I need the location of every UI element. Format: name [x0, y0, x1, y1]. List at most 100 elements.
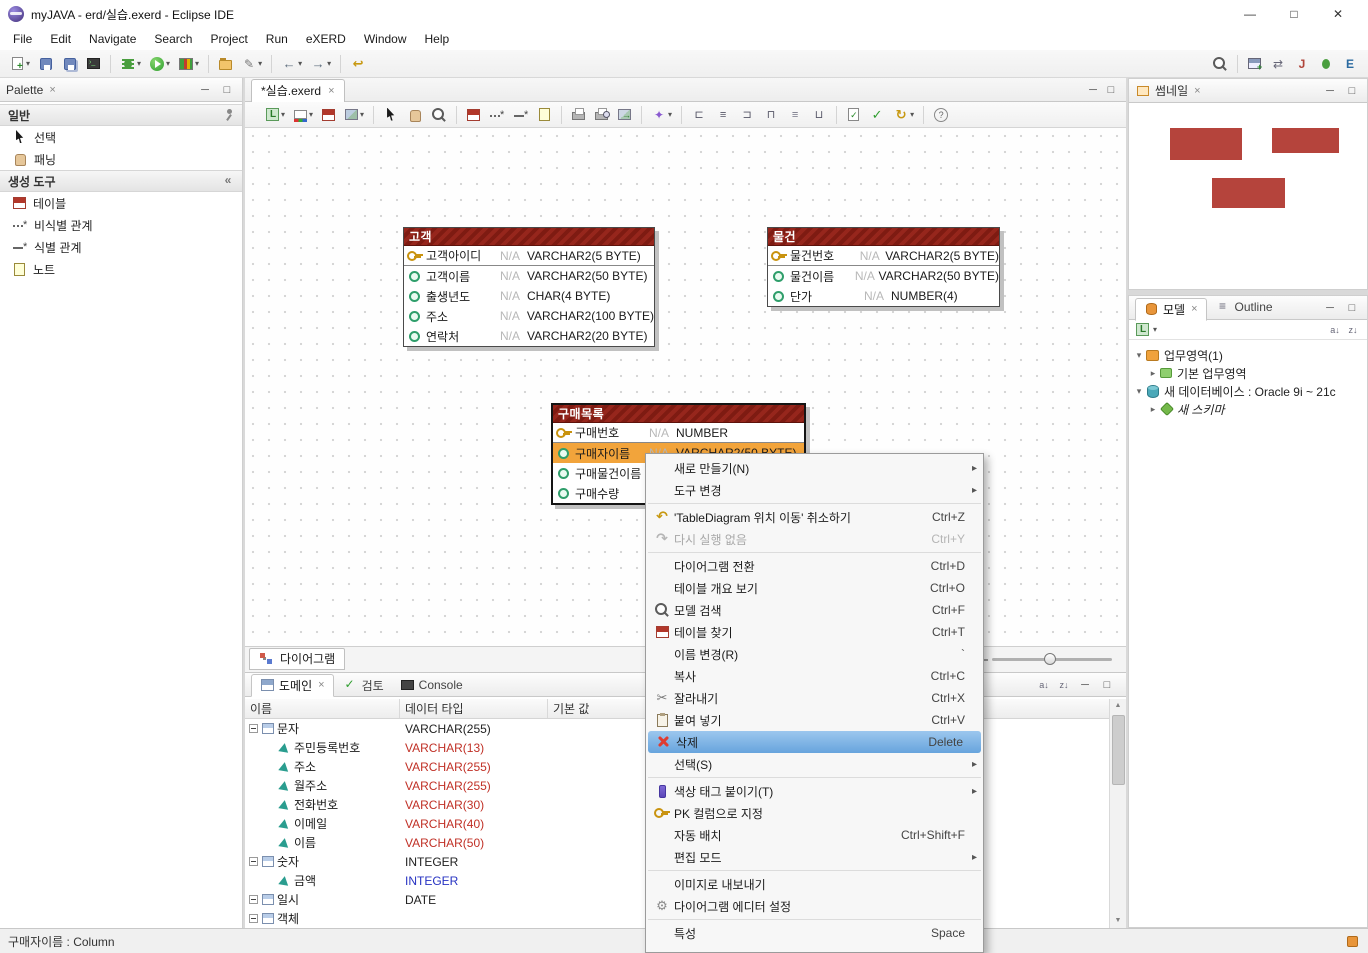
- menubar-item[interactable]: Navigate: [80, 28, 145, 50]
- maximize-view-icon[interactable]: □: [1102, 84, 1120, 96]
- close-palette-icon[interactable]: ×: [49, 84, 55, 96]
- context-menu-item[interactable]: 선택(S) ▸: [646, 753, 983, 775]
- tree-expander-icon[interactable]: ▾: [1133, 350, 1145, 361]
- context-menu-item[interactable]: 이미지로 내보내기: [646, 873, 983, 895]
- sync-button[interactable]: ▾: [890, 105, 917, 125]
- tab-domain[interactable]: 도메인 ×: [251, 673, 334, 697]
- auto-layout-button[interactable]: ▾: [648, 105, 675, 125]
- menubar-item[interactable]: Project: [201, 28, 256, 50]
- palette-tool[interactable]: 식별 관계: [0, 236, 242, 258]
- context-menu-item[interactable]: 테이블 개요 보기 Ctrl+O: [646, 577, 983, 599]
- column-header-datatype[interactable]: 데이터 타입: [400, 699, 548, 718]
- align-top-button[interactable]: [760, 105, 782, 125]
- zoom-slider-handle[interactable]: [1044, 653, 1056, 665]
- check-model-button[interactable]: [866, 105, 888, 125]
- palette-tool[interactable]: 비식별 관계: [0, 214, 242, 236]
- tab-outline[interactable]: Outline: [1207, 296, 1281, 319]
- tree-item[interactable]: ▸ 기본 업무영역: [1129, 364, 1367, 382]
- zoom-tool-button[interactable]: [428, 105, 450, 125]
- palette-tool[interactable]: 선택: [0, 126, 242, 148]
- tree-collapse-icon[interactable]: [249, 857, 258, 866]
- palette-tool[interactable]: 노트: [0, 258, 242, 280]
- context-menu-item[interactable]: 다시 실행 없음 Ctrl+Y: [646, 528, 983, 550]
- dropdown-arrow-icon[interactable]: ▾: [1153, 325, 1157, 334]
- menubar-item[interactable]: eXERD: [297, 28, 355, 50]
- er-column-row[interactable]: 물건이름 N/A VARCHAR2(50 BYTE): [768, 266, 999, 286]
- menubar-item[interactable]: Help: [416, 28, 459, 50]
- er-column-row[interactable]: 출생년도 N/A CHAR(4 BYTE): [404, 286, 654, 306]
- tree-collapse-icon[interactable]: [249, 895, 258, 904]
- tree-expander-icon[interactable]: ▸: [1147, 368, 1159, 379]
- java-perspective-button[interactable]: [1291, 54, 1313, 74]
- search-button[interactable]: [1209, 54, 1231, 74]
- close-tab-icon[interactable]: ×: [318, 679, 324, 691]
- nonidentifying-relation-button[interactable]: [486, 105, 508, 125]
- back-button[interactable]: ▾: [278, 54, 305, 74]
- context-menu-item[interactable]: 다이어그램 전환 Ctrl+D: [646, 555, 983, 577]
- identifying-relation-button[interactable]: [510, 105, 532, 125]
- new-wizard-button[interactable]: [215, 54, 236, 74]
- align-right-button[interactable]: [736, 105, 758, 125]
- note-tool-button[interactable]: [534, 105, 555, 124]
- sort-ascending-icon[interactable]: [1036, 677, 1052, 693]
- tree-expander-icon[interactable]: ▾: [1133, 386, 1145, 397]
- sort-ascending-icon[interactable]: [1327, 322, 1343, 338]
- er-column-row[interactable]: 주소 N/A VARCHAR2(100 BYTE): [404, 306, 654, 326]
- debug-perspective-button[interactable]: [1315, 54, 1337, 74]
- export-image-button[interactable]: [614, 105, 635, 124]
- context-menu-item[interactable]: 자동 배치 Ctrl+Shift+F: [646, 824, 983, 846]
- help-button[interactable]: [930, 105, 952, 125]
- tree-item[interactable]: ▸ 새 스키마: [1129, 400, 1367, 418]
- minimize-view-icon[interactable]: ─: [196, 84, 214, 96]
- palette-tool[interactable]: 테이블: [0, 192, 242, 214]
- context-menu-item[interactable]: 특성 Space: [646, 922, 983, 944]
- context-menu-item[interactable]: 삭제 Delete: [648, 731, 981, 753]
- tree-item[interactable]: ▾ 새 데이터베이스 : Oracle 9i ~ 21c: [1129, 382, 1367, 400]
- scroll-down-icon[interactable]: ▼: [1115, 914, 1122, 928]
- new-table-button[interactable]: [463, 105, 484, 125]
- align-center-button[interactable]: [712, 105, 734, 125]
- maximize-window-button[interactable]: □: [1272, 0, 1316, 28]
- run-button[interactable]: ▾: [146, 54, 173, 74]
- context-menu-item[interactable]: 편집 모드 ▸: [646, 846, 983, 868]
- er-table[interactable]: 물건 물건번호 N/A VARCHAR2(5 BYTE) 물건이름 N/A VARCHAR2…: [767, 227, 1000, 307]
- table-color-button[interactable]: [318, 105, 339, 125]
- annotation-button[interactable]: ▾: [238, 54, 265, 74]
- column-header-default[interactable]: 기본 값: [548, 699, 648, 718]
- maximize-view-icon[interactable]: □: [218, 84, 236, 96]
- tab-diagram[interactable]: 다이어그램: [249, 647, 346, 670]
- align-middle-button[interactable]: [784, 105, 806, 125]
- tree-collapse-icon[interactable]: [249, 724, 258, 733]
- context-menu-item[interactable]: 색상 태그 붙이기(T) ▸: [646, 780, 983, 802]
- close-window-button[interactable]: ✕: [1316, 0, 1360, 28]
- context-menu-item[interactable]: 테이블 찾기 Ctrl+T: [646, 621, 983, 643]
- color-fill-button[interactable]: ▾: [290, 107, 316, 122]
- layer-filter-icon[interactable]: [1136, 323, 1149, 336]
- context-menu-item[interactable]: 새로 만들기(N) ▸: [646, 457, 983, 479]
- minimize-view-icon[interactable]: ─: [1321, 85, 1339, 97]
- tab-review[interactable]: 검토: [334, 674, 392, 697]
- grid-mode-button[interactable]: ▾: [262, 105, 288, 124]
- palette-section-header[interactable]: 생성 도구: [0, 170, 242, 192]
- last-edit-button[interactable]: [347, 54, 369, 74]
- maximize-view-icon[interactable]: □: [1343, 302, 1361, 314]
- tab-console[interactable]: Console: [392, 674, 471, 697]
- tree-collapse-icon[interactable]: [249, 914, 258, 923]
- close-tab-icon[interactable]: ×: [1191, 303, 1197, 315]
- align-bottom-button[interactable]: [808, 105, 830, 125]
- tree-item[interactable]: ▾ 업무영역(1): [1129, 346, 1367, 364]
- vertical-scrollbar[interactable]: ▲ ▼: [1109, 699, 1126, 928]
- er-table[interactable]: 고객 고객아이디 N/A VARCHAR2(5 BYTE) 고객이름 N/A VARCHAR…: [403, 227, 655, 347]
- exerd-perspective-button[interactable]: [1339, 54, 1361, 74]
- print-button[interactable]: [568, 105, 589, 124]
- editor-tab[interactable]: *실습.exerd ×: [251, 78, 345, 102]
- palette-section-header[interactable]: 일반: [0, 104, 242, 126]
- zoom-slider[interactable]: [992, 653, 1112, 665]
- context-menu-item[interactable]: 붙여 넣기 Ctrl+V: [646, 709, 983, 731]
- team-sync-button[interactable]: [1267, 54, 1289, 74]
- er-column-row[interactable]: 물건번호 N/A VARCHAR2(5 BYTE): [768, 246, 999, 266]
- status-notification-icon[interactable]: [1347, 935, 1358, 947]
- align-left-button[interactable]: [688, 105, 710, 125]
- open-console-button[interactable]: [83, 54, 104, 73]
- menubar-item[interactable]: Run: [257, 28, 297, 50]
